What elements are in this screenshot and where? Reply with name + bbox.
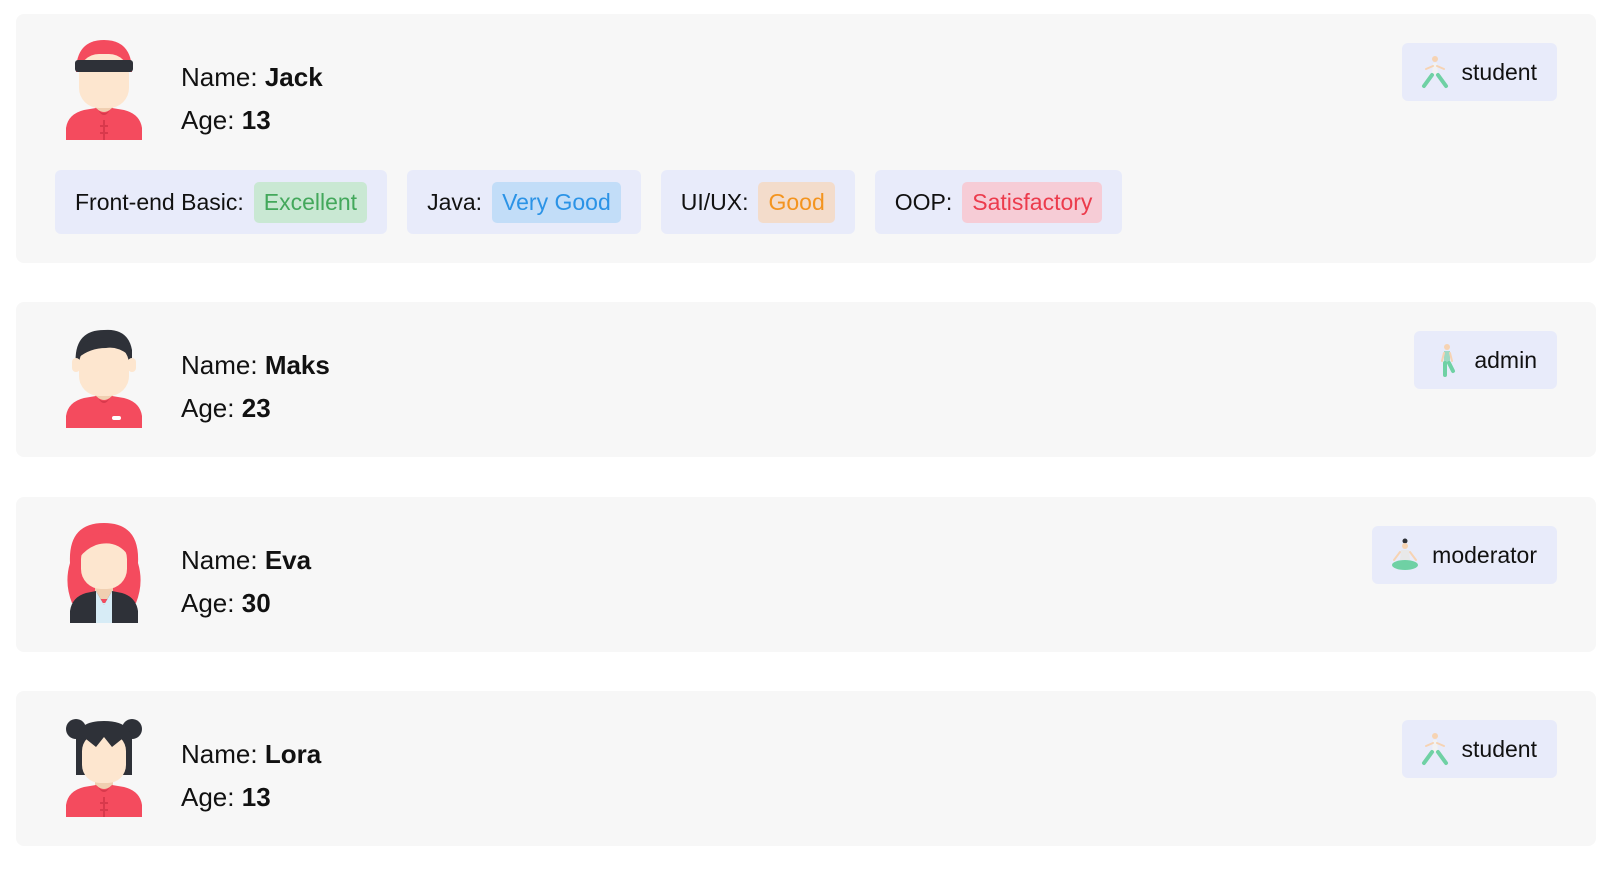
boy-headband-avatar-icon	[66, 40, 142, 140]
user-info: Name: Eva Age: 30	[181, 539, 311, 625]
grade-badge: Very Good	[492, 181, 621, 223]
role-label: student	[1461, 58, 1537, 85]
admin-icon	[1432, 343, 1462, 377]
skill-item: Front-end Basic: Excellent	[55, 170, 388, 234]
man-avatar-icon	[66, 328, 142, 428]
name-row: Name: Jack	[181, 56, 323, 99]
name-label: Name:	[181, 739, 258, 769]
skill-subject: Front-end Basic:	[75, 188, 244, 215]
role-badge[interactable]: student	[1401, 720, 1557, 778]
grade-badge: Good	[758, 181, 835, 223]
age-row: Age: 13	[181, 99, 323, 142]
girl-buns-avatar-icon	[66, 717, 142, 817]
user-card-jack: Name: Jack Age: 13 student Front-end Bas…	[16, 14, 1596, 263]
skill-item: Java: Very Good	[407, 170, 641, 234]
role-badge[interactable]: student	[1401, 43, 1557, 101]
age-value: 23	[241, 393, 271, 423]
role-badge[interactable]: admin	[1414, 331, 1557, 389]
user-card-eva: Name: Eva Age: 30 moderator	[16, 497, 1596, 652]
age-value: 13	[241, 782, 271, 812]
name-label: Name:	[181, 545, 258, 575]
user-info: Name: Jack Age: 13	[181, 56, 323, 142]
student-icon	[1420, 55, 1450, 89]
age-value: 13	[241, 105, 271, 135]
name-value: Jack	[264, 62, 323, 92]
name-row: Name: Maks	[181, 344, 330, 387]
user-card-lora: Name: Lora Age: 13 student	[16, 691, 1596, 846]
name-row: Name: Eva	[181, 539, 311, 582]
name-label: Name:	[181, 350, 258, 380]
name-value: Lora	[264, 739, 322, 769]
skill-item: UI/UX: Good	[660, 170, 855, 234]
skill-subject: OOP:	[894, 188, 953, 215]
role-badge[interactable]: moderator	[1372, 526, 1557, 584]
moderator-icon	[1390, 538, 1420, 572]
skills-list: Front-end Basic: Excellent Java: Very Go…	[55, 170, 1123, 234]
grade-badge: Excellent	[253, 181, 368, 223]
role-label: student	[1461, 735, 1537, 762]
user-card-maks: Name: Maks Age: 23 admin	[16, 302, 1596, 457]
age-value: 30	[241, 588, 271, 618]
age-label: Age:	[181, 393, 235, 423]
user-info: Name: Lora Age: 13	[181, 733, 321, 819]
name-value: Eva	[264, 545, 312, 575]
student-icon	[1420, 732, 1450, 766]
user-info: Name: Maks Age: 23	[181, 344, 330, 430]
age-row: Age: 23	[181, 387, 330, 430]
age-label: Age:	[181, 782, 235, 812]
name-row: Name: Lora	[181, 733, 321, 776]
skill-subject: Java:	[427, 188, 483, 215]
age-row: Age: 13	[181, 776, 321, 819]
woman-red-hair-avatar-icon	[66, 523, 142, 623]
skill-item: OOP: Satisfactory	[874, 170, 1123, 234]
age-label: Age:	[181, 105, 235, 135]
age-row: Age: 30	[181, 582, 311, 625]
name-label: Name:	[181, 62, 258, 92]
age-label: Age:	[181, 588, 235, 618]
role-label: moderator	[1432, 541, 1537, 568]
skill-subject: UI/UX:	[680, 188, 749, 215]
name-value: Maks	[264, 350, 330, 380]
grade-badge: Satisfactory	[962, 181, 1103, 223]
role-label: admin	[1474, 346, 1537, 373]
